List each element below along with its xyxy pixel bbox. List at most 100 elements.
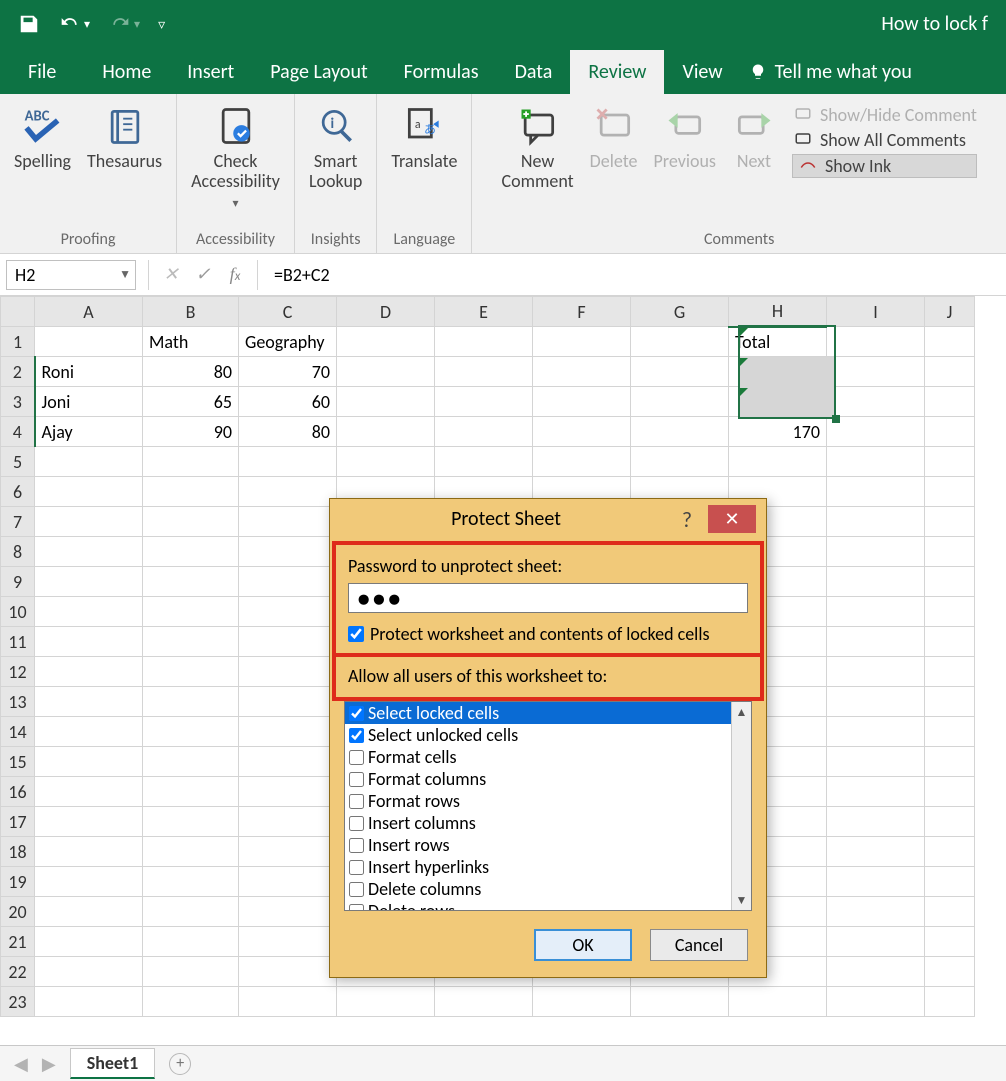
- tab-view[interactable]: View: [664, 50, 740, 94]
- cell[interactable]: [435, 447, 533, 477]
- cell[interactable]: Geography: [239, 327, 337, 357]
- cell[interactable]: [143, 627, 239, 657]
- cell[interactable]: Math: [143, 327, 239, 357]
- cell[interactable]: [925, 627, 975, 657]
- cell[interactable]: [239, 447, 337, 477]
- cell[interactable]: [925, 477, 975, 507]
- cell[interactable]: [631, 327, 729, 357]
- cell[interactable]: [143, 777, 239, 807]
- cell[interactable]: [925, 897, 975, 927]
- permission-checkbox[interactable]: [349, 772, 364, 787]
- cell[interactable]: [35, 657, 143, 687]
- tab-page-layout[interactable]: Page Layout: [252, 50, 385, 94]
- cell[interactable]: [35, 927, 143, 957]
- chevron-down-icon[interactable]: ▼: [119, 267, 131, 282]
- cell[interactable]: [143, 717, 239, 747]
- row-header[interactable]: 18: [1, 837, 35, 867]
- cell[interactable]: [337, 447, 435, 477]
- cell[interactable]: [239, 477, 337, 507]
- cell[interactable]: [925, 327, 975, 357]
- cell[interactable]: [143, 567, 239, 597]
- check-accessibility-button[interactable]: Check Accessibility ▾: [185, 100, 286, 215]
- tell-me[interactable]: Tell me what you: [741, 50, 920, 94]
- cell[interactable]: [35, 687, 143, 717]
- cell[interactable]: [337, 357, 435, 387]
- cell[interactable]: [925, 687, 975, 717]
- cell[interactable]: [827, 687, 925, 717]
- cell[interactable]: [925, 777, 975, 807]
- cell[interactable]: [143, 657, 239, 687]
- cell[interactable]: 90: [143, 417, 239, 447]
- cell[interactable]: [827, 327, 925, 357]
- row-header[interactable]: 5: [1, 447, 35, 477]
- formula-input[interactable]: [264, 264, 1006, 286]
- cell[interactable]: [533, 987, 631, 1017]
- permission-checkbox[interactable]: [349, 838, 364, 853]
- cell[interactable]: [143, 747, 239, 777]
- cell[interactable]: [435, 327, 533, 357]
- cell[interactable]: [35, 747, 143, 777]
- tab-insert[interactable]: Insert: [169, 50, 252, 94]
- permission-checkbox[interactable]: [349, 794, 364, 809]
- cell[interactable]: [925, 957, 975, 987]
- new-comment-button[interactable]: New Comment: [496, 100, 580, 196]
- cell[interactable]: [827, 897, 925, 927]
- cell[interactable]: [827, 957, 925, 987]
- cell[interactable]: [239, 747, 337, 777]
- cell[interactable]: [925, 447, 975, 477]
- row-header[interactable]: 22: [1, 957, 35, 987]
- cell[interactable]: 170: [729, 417, 827, 447]
- fx-icon[interactable]: fx: [219, 264, 251, 285]
- cell[interactable]: [143, 507, 239, 537]
- cell[interactable]: [239, 927, 337, 957]
- row-header[interactable]: 16: [1, 777, 35, 807]
- permission-checkbox[interactable]: [349, 706, 364, 721]
- permission-item[interactable]: Select unlocked cells: [345, 724, 751, 746]
- cell[interactable]: [35, 777, 143, 807]
- cell[interactable]: [631, 987, 729, 1017]
- cell[interactable]: [35, 627, 143, 657]
- cell[interactable]: [239, 687, 337, 717]
- cell[interactable]: [239, 657, 337, 687]
- cell[interactable]: [239, 957, 337, 987]
- row-header[interactable]: 7: [1, 507, 35, 537]
- cell[interactable]: [35, 597, 143, 627]
- tab-review[interactable]: Review: [570, 50, 664, 94]
- cell[interactable]: [35, 987, 143, 1017]
- cell[interactable]: [239, 897, 337, 927]
- cell[interactable]: [239, 537, 337, 567]
- cell[interactable]: [631, 357, 729, 387]
- cell[interactable]: 60: [239, 387, 337, 417]
- dialog-titlebar[interactable]: Protect Sheet ? ✕: [330, 499, 766, 539]
- cell[interactable]: 65: [143, 387, 239, 417]
- cell[interactable]: [925, 747, 975, 777]
- cell[interactable]: [925, 387, 975, 417]
- row-header[interactable]: 11: [1, 627, 35, 657]
- name-box[interactable]: H2 ▼: [6, 260, 136, 290]
- permission-item[interactable]: Delete rows: [345, 900, 751, 911]
- cell[interactable]: [925, 567, 975, 597]
- permission-item[interactable]: Delete columns: [345, 878, 751, 900]
- cell[interactable]: [827, 477, 925, 507]
- row-header[interactable]: 1: [1, 327, 35, 357]
- cell[interactable]: [925, 537, 975, 567]
- cell[interactable]: 80: [239, 417, 337, 447]
- cell[interactable]: [35, 537, 143, 567]
- cell[interactable]: Joni: [35, 387, 143, 417]
- cell[interactable]: [827, 807, 925, 837]
- cell[interactable]: [729, 987, 827, 1017]
- cell[interactable]: [239, 987, 337, 1017]
- cell[interactable]: [35, 837, 143, 867]
- cell[interactable]: [533, 327, 631, 357]
- smart-lookup-button[interactable]: i Smart Lookup: [303, 100, 368, 196]
- cancel-button[interactable]: Cancel: [650, 929, 748, 961]
- cell[interactable]: [337, 327, 435, 357]
- cell[interactable]: [435, 987, 533, 1017]
- cell[interactable]: [925, 987, 975, 1017]
- cell[interactable]: [239, 567, 337, 597]
- cell[interactable]: [143, 447, 239, 477]
- cell[interactable]: [827, 387, 925, 417]
- cell[interactable]: [827, 867, 925, 897]
- permission-checkbox[interactable]: [349, 816, 364, 831]
- cell[interactable]: [35, 807, 143, 837]
